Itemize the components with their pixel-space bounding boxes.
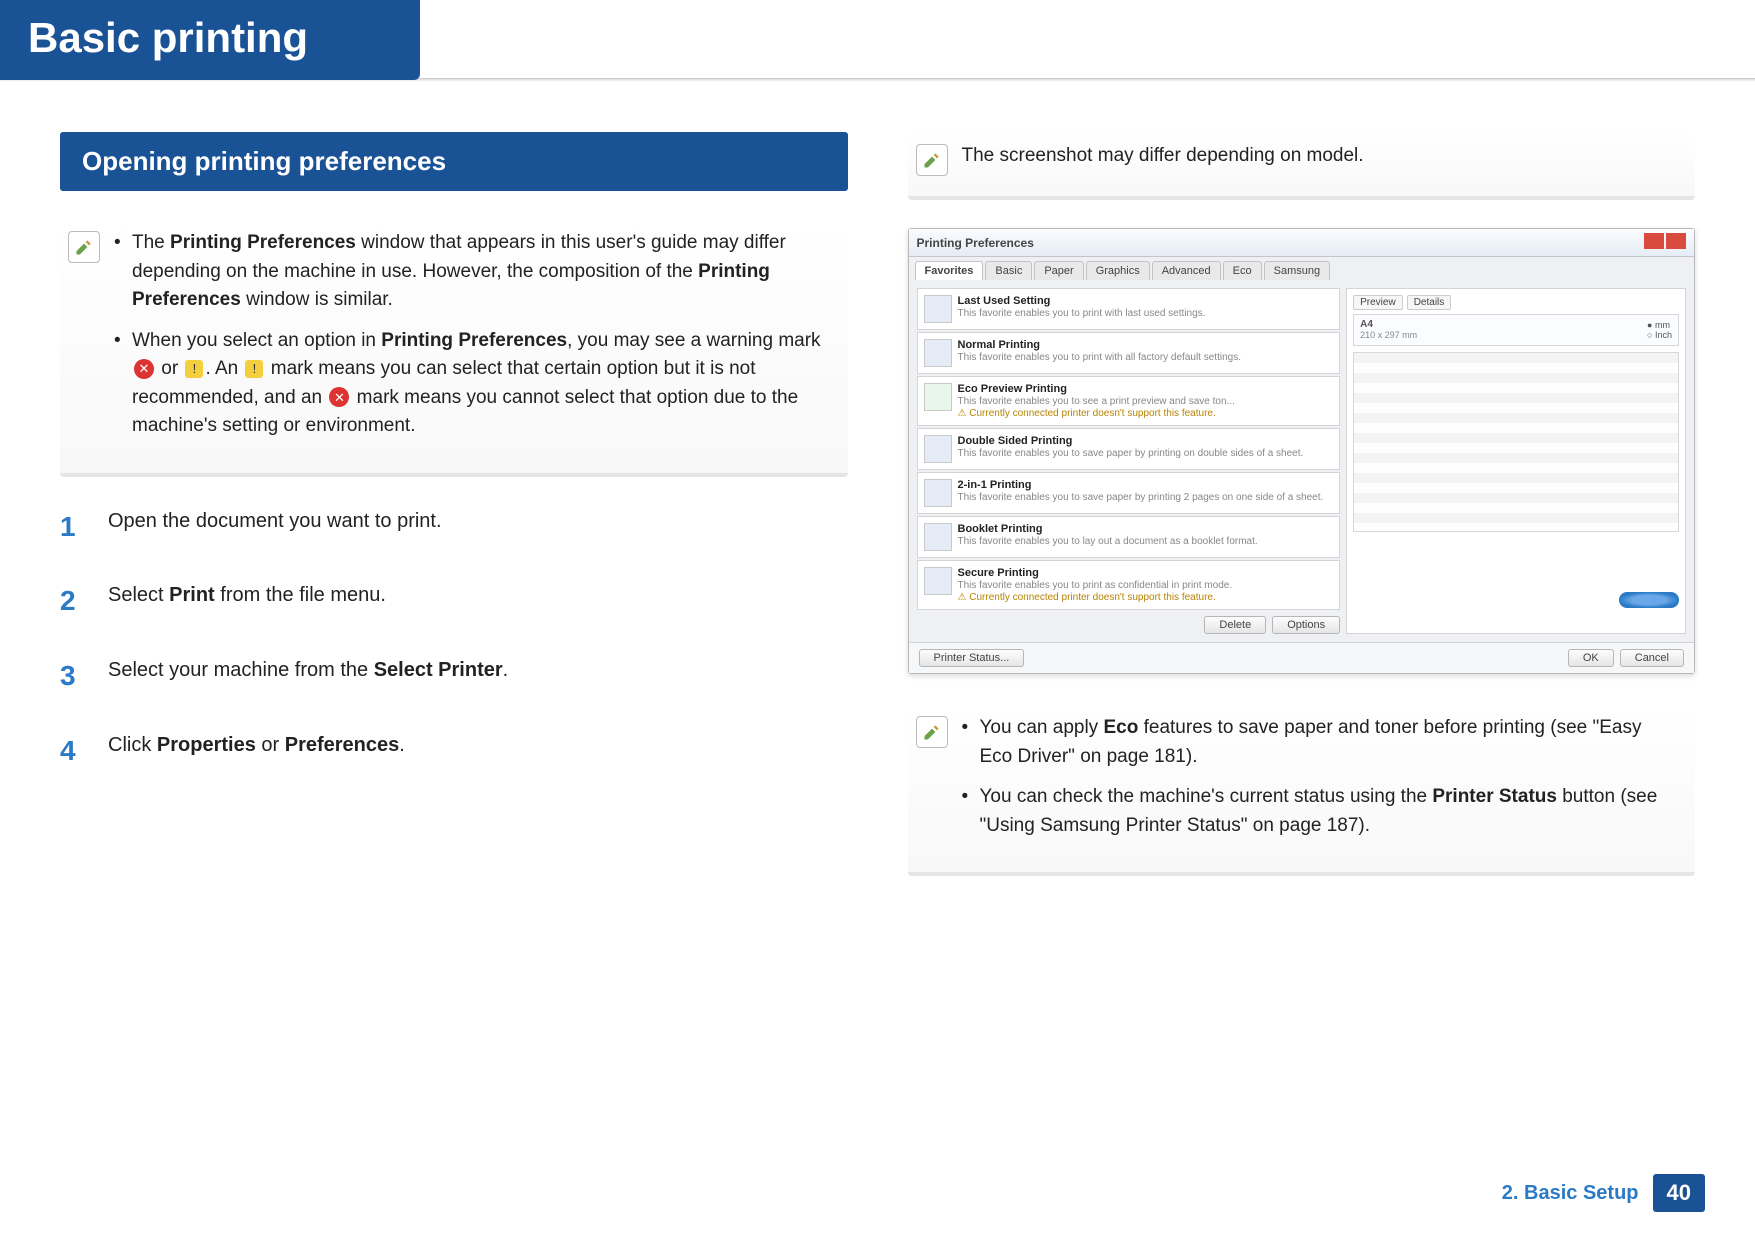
tab-eco[interactable]: Eco	[1223, 261, 1262, 280]
x-mark-icon: ✕	[329, 387, 349, 407]
favorite-thumb-icon	[924, 523, 952, 551]
favorite-row[interactable]: Normal PrintingThis favorite enables you…	[917, 332, 1341, 374]
pencil-note-icon	[916, 144, 948, 176]
favorite-row[interactable]: Double Sided PrintingThis favorite enabl…	[917, 428, 1341, 470]
favorite-row[interactable]: Eco Preview PrintingThis favorite enable…	[917, 376, 1341, 426]
page-footer: 2. Basic Setup 40	[1502, 1174, 1705, 1212]
window-title: Printing Preferences	[917, 236, 1034, 250]
section-heading: Opening printing preferences	[60, 132, 848, 191]
warning-mark-icon: !	[185, 360, 203, 378]
right-column: The screenshot may differ depending on m…	[908, 132, 1696, 904]
delete-button[interactable]: Delete	[1204, 616, 1266, 634]
page-body: Opening printing preferences The Printin…	[0, 82, 1755, 904]
step-number: 2	[60, 579, 86, 624]
tab-advanced[interactable]: Advanced	[1152, 261, 1221, 280]
samsung-logo-icon	[1619, 592, 1679, 608]
note-item: You can apply Eco features to save paper…	[962, 714, 1678, 771]
note-list: The Printing Preferences window that app…	[114, 229, 830, 453]
favorite-thumb-icon	[924, 295, 952, 323]
window-controls-icon[interactable]	[1642, 233, 1686, 252]
pencil-note-icon	[68, 231, 100, 263]
note-box-top: The screenshot may differ depending on m…	[908, 132, 1696, 200]
dialog-footer: Printer Status... OK Cancel	[909, 642, 1695, 673]
cancel-button[interactable]: Cancel	[1620, 649, 1684, 667]
note-item: The Printing Preferences window that app…	[114, 229, 830, 315]
left-column: Opening printing preferences The Printin…	[60, 132, 848, 904]
tab-basic[interactable]: Basic	[985, 261, 1032, 280]
page-title: Basic printing	[0, 0, 420, 80]
favorite-row[interactable]: Secure PrintingThis favorite enables you…	[917, 560, 1341, 610]
tab-favorites[interactable]: Favorites	[915, 261, 984, 280]
step-number: 1	[60, 505, 86, 550]
note-box-2: You can apply Eco features to save paper…	[908, 704, 1696, 876]
preview-tab[interactable]: Preview	[1353, 295, 1403, 310]
note-text: The screenshot may differ depending on m…	[962, 142, 1364, 176]
warning-mark-icon: !	[245, 360, 263, 378]
note-item: When you select an option in Printing Pr…	[114, 327, 830, 441]
step-number: 3	[60, 654, 86, 699]
x-mark-icon: ✕	[134, 359, 154, 379]
chapter-label: 2. Basic Setup	[1502, 1182, 1639, 1205]
pencil-note-icon	[916, 716, 948, 748]
paper-info: A4 210 x 297 mm ● mm ○ Inch	[1353, 314, 1679, 346]
favorites-list: Last Used SettingThis favorite enables y…	[917, 288, 1341, 634]
warning-icon: ⚠	[958, 408, 970, 419]
favorite-row[interactable]: 2-in-1 PrintingThis favorite enables you…	[917, 472, 1341, 514]
step-number: 4	[60, 729, 86, 774]
favorite-row[interactable]: Booklet PrintingThis favorite enables yo…	[917, 516, 1341, 558]
favorite-thumb-icon	[924, 383, 952, 411]
step-item: 2 Select Print from the file menu.	[60, 579, 848, 624]
favorite-thumb-icon	[924, 567, 952, 595]
screenshot-printing-preferences: Printing Preferences Favorites Basic Pap…	[908, 228, 1696, 674]
ok-button[interactable]: OK	[1568, 649, 1614, 667]
favorite-row[interactable]: Last Used SettingThis favorite enables y…	[917, 288, 1341, 330]
favorite-thumb-icon	[924, 435, 952, 463]
warning-icon: ⚠	[958, 592, 970, 603]
window-titlebar: Printing Preferences	[909, 229, 1695, 257]
preview-pane: Preview Details A4 210 x 297 mm ● mm ○ I…	[1346, 288, 1686, 634]
page-preview-icon	[1353, 352, 1679, 532]
options-button[interactable]: Options	[1272, 616, 1340, 634]
dialog-tabs: Favorites Basic Paper Graphics Advanced …	[909, 257, 1695, 280]
step-item: 3 Select your machine from the Select Pr…	[60, 654, 848, 699]
note-item: You can check the machine's current stat…	[962, 783, 1678, 840]
step-item: 4 Click Properties or Preferences.	[60, 729, 848, 774]
tab-samsung[interactable]: Samsung	[1264, 261, 1330, 280]
steps-list: 1 Open the document you want to print. 2…	[60, 505, 848, 774]
printer-status-button[interactable]: Printer Status...	[919, 649, 1025, 667]
page-number: 40	[1653, 1174, 1705, 1212]
note-box-1: The Printing Preferences window that app…	[60, 219, 848, 477]
favorite-thumb-icon	[924, 339, 952, 367]
favorite-thumb-icon	[924, 479, 952, 507]
tab-paper[interactable]: Paper	[1034, 261, 1083, 280]
tab-graphics[interactable]: Graphics	[1086, 261, 1150, 280]
details-tab[interactable]: Details	[1407, 295, 1452, 310]
step-item: 1 Open the document you want to print.	[60, 505, 848, 550]
